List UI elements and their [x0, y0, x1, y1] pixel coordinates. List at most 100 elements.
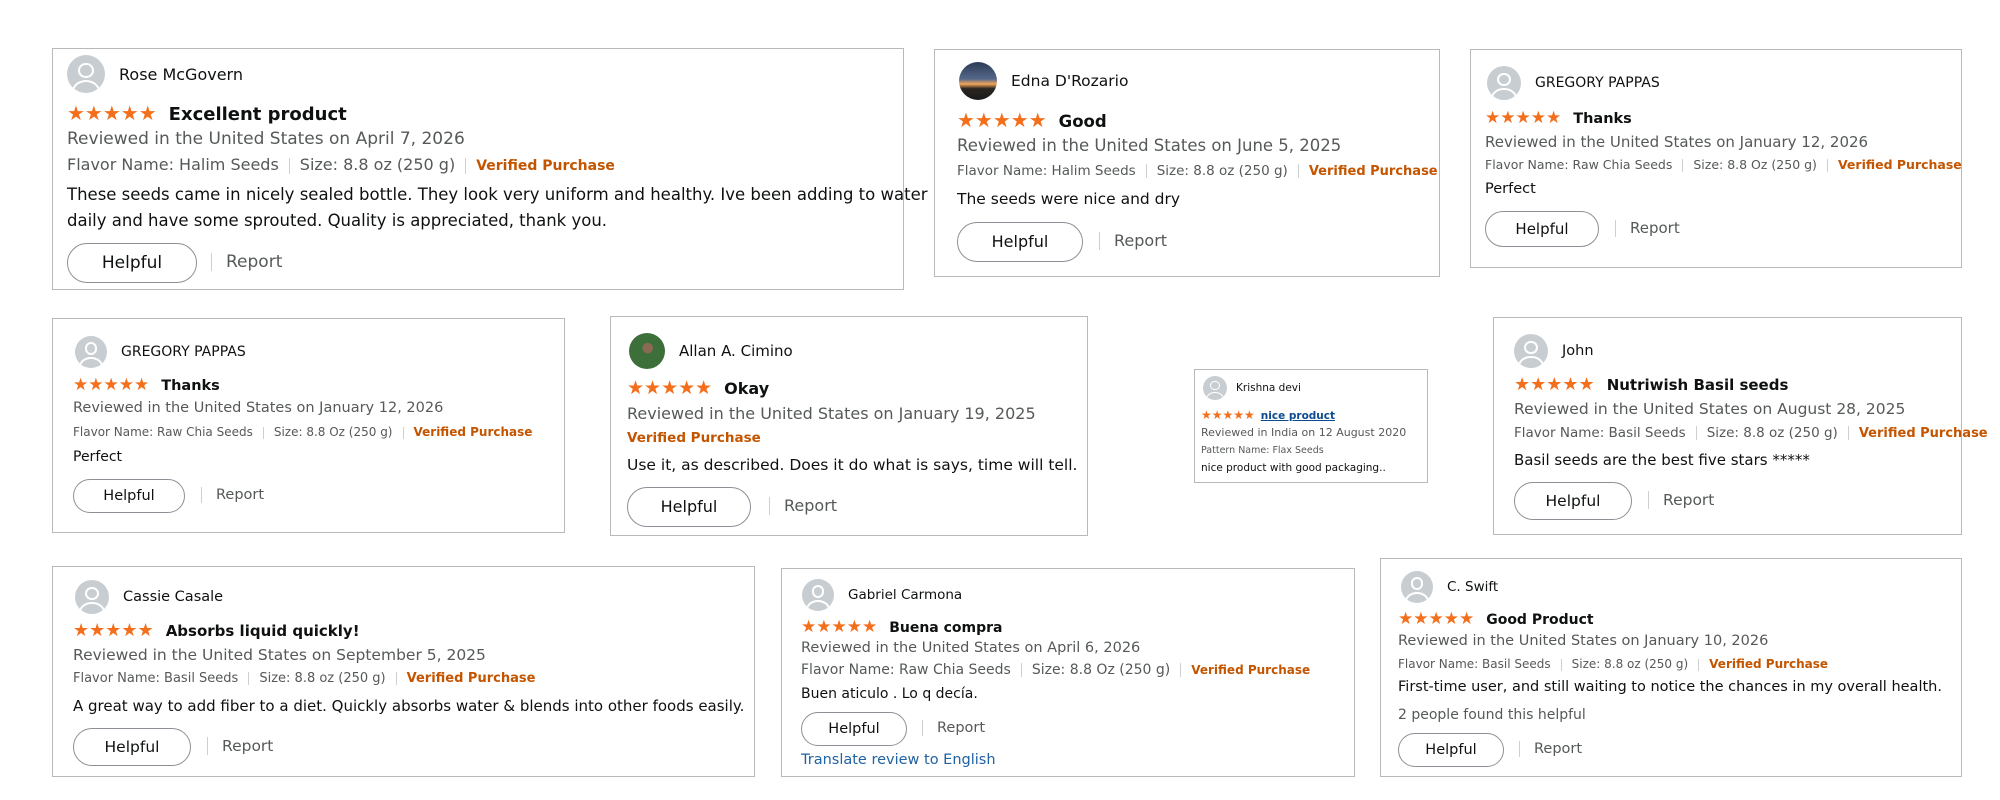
verified-purchase-badge: Verified Purchase [1191, 663, 1311, 677]
flavor-name[interactable]: Flavor Name: Halim Seeds [957, 163, 1136, 179]
flavor-name[interactable]: Flavor Name: Raw Chia Seeds [801, 662, 1011, 678]
report-link[interactable]: Report [201, 487, 264, 503]
star-rating-icon[interactable]: ★★★★★ [957, 108, 1047, 132]
report-link[interactable]: Report [207, 737, 273, 755]
translate-review-link[interactable]: Translate review to English [801, 752, 996, 768]
size-name[interactable]: Size: 8.8 oz (250 g) [1157, 163, 1288, 179]
helpful-button[interactable]: Helpful [1514, 482, 1632, 520]
review-body: A great way to add fiber to a diet. Quic… [73, 697, 745, 715]
review-title[interactable]: Thanks [161, 378, 220, 394]
helpful-button[interactable]: Helpful [1398, 733, 1504, 767]
star-rating-icon[interactable]: ★★★★★ [73, 375, 149, 395]
helpful-button[interactable]: Helpful [73, 728, 191, 766]
avatar-icon[interactable] [1401, 571, 1433, 603]
flavor-name[interactable]: Flavor Name: Basil Seeds [73, 671, 238, 686]
reviewer-name[interactable]: C. Swift [1447, 579, 1498, 595]
review-date: Reviewed in the United States on January… [1485, 133, 1869, 151]
avatar-icon[interactable] [802, 579, 834, 611]
review-body: The seeds were nice and dry [957, 190, 1181, 208]
review-body: First-time user, and still waiting to no… [1398, 679, 1942, 695]
review-body-line-1: These seeds came in nicely sealed bottle… [67, 185, 928, 204]
avatar-icon[interactable] [959, 62, 997, 100]
review-body: Perfect [73, 449, 123, 465]
report-link[interactable]: Report [1519, 741, 1582, 757]
star-rating-icon[interactable]: ★★★★★ [1398, 609, 1474, 629]
review-date: Reviewed in the United States on January… [1398, 633, 1769, 649]
size-name[interactable]: Size: 8.8 oz (250 g) [259, 671, 385, 686]
review-title[interactable]: Good Product [1486, 612, 1593, 628]
avatar-icon[interactable] [67, 55, 105, 93]
flavor-name[interactable]: Flavor Name: Basil Seeds [1398, 657, 1551, 671]
report-link[interactable]: Report [1099, 232, 1167, 250]
review-body: Perfect [1485, 181, 1536, 197]
avatar-icon[interactable] [1514, 334, 1548, 368]
review-body: Basil seeds are the best five stars ****… [1514, 451, 1810, 469]
helpful-button[interactable]: Helpful [73, 479, 185, 513]
reviewer-name[interactable]: GREGORY PAPPAS [1535, 75, 1660, 91]
report-link[interactable]: Report [922, 720, 985, 736]
helpful-button[interactable]: Helpful [957, 222, 1083, 262]
star-rating-icon[interactable]: ★★★★★ [1485, 108, 1561, 128]
star-rating-icon[interactable]: ★★★★★ [1514, 374, 1595, 395]
verified-purchase-badge: Verified Purchase [476, 158, 615, 174]
star-rating-icon[interactable]: ★★★★★ [1201, 408, 1255, 422]
reviewer-name[interactable]: Rose McGovern [119, 65, 243, 84]
avatar-icon[interactable] [1487, 66, 1521, 100]
helpful-button[interactable]: Helpful [1485, 211, 1599, 247]
reviewer-name[interactable]: Gabriel Carmona [848, 587, 962, 603]
review-title[interactable]: Good [1059, 112, 1107, 131]
review-title[interactable]: Absorbs liquid quickly! [166, 622, 360, 640]
size-name[interactable]: Size: 8.8 oz (250 g) [1707, 425, 1838, 441]
avatar-icon[interactable] [1203, 376, 1227, 400]
reviewer-name[interactable]: Edna D'Rozario [1011, 72, 1128, 90]
review-body: Buen aticulo . Lo q decía. [801, 686, 978, 702]
avatar-icon[interactable] [75, 336, 107, 368]
report-link[interactable]: Report [1648, 491, 1714, 509]
review-date: Reviewed in the United States on April 6… [801, 640, 1141, 656]
verified-purchase-badge: Verified Purchase [1308, 164, 1438, 179]
verified-purchase-badge: Verified Purchase [1858, 426, 1988, 441]
reviewer-name[interactable]: GREGORY PAPPAS [121, 344, 246, 360]
report-link[interactable]: Report [769, 497, 837, 515]
avatar-icon[interactable] [629, 333, 665, 369]
size-name[interactable]: Size: 8.8 Oz (250 g) [274, 425, 393, 439]
report-link[interactable]: Report [211, 253, 282, 271]
size-name[interactable]: Size: 8.8 Oz (250 g) [1693, 157, 1817, 172]
flavor-name[interactable]: Flavor Name: Raw Chia Seeds [1485, 157, 1672, 172]
review-title[interactable]: Excellent product [169, 104, 347, 125]
review-title[interactable]: Thanks [1573, 111, 1632, 127]
flavor-name[interactable]: Flavor Name: Basil Seeds [1514, 425, 1686, 441]
avatar-icon[interactable] [75, 580, 109, 614]
review-card: John ★★★★★ Nutriwish Basil seeds Reviewed… [1493, 317, 1988, 535]
flavor-name[interactable]: Flavor Name: Raw Chia Seeds [73, 425, 253, 439]
star-rating-icon[interactable]: ★★★★★ [67, 101, 157, 125]
review-card: C. Swift ★★★★★ Good Product Reviewed in t… [1380, 558, 1962, 777]
helpful-button[interactable]: Helpful [801, 712, 907, 746]
review-body-line-2: daily and have some sprouted. Quality is… [67, 211, 608, 230]
pattern-name[interactable]: Pattern Name: Flax Seeds [1201, 445, 1324, 456]
report-link[interactable]: Report [1615, 220, 1680, 237]
review-title[interactable]: Buena compra [889, 620, 1002, 636]
verified-purchase-badge: Verified Purchase [1837, 157, 1962, 172]
review-title[interactable]: Nutriwish Basil seeds [1607, 376, 1789, 394]
reviewer-name[interactable]: Allan A. Cimino [679, 342, 793, 360]
helpful-button[interactable]: Helpful [627, 487, 751, 527]
review-card: Allan A. Cimino ★★★★★ Okay Reviewed in th… [610, 316, 1088, 536]
star-rating-icon[interactable]: ★★★★★ [73, 620, 154, 641]
review-title[interactable]: Okay [724, 379, 769, 398]
review-date: Reviewed in the United States on August … [1514, 400, 1906, 418]
review-date: Reviewed in the United States on January… [73, 400, 444, 416]
size-name[interactable]: Size: 8.8 oz (250 g) [300, 155, 455, 174]
reviewer-name[interactable]: Krishna devi [1236, 382, 1301, 394]
review-date: Reviewed in India on 12 August 2020 [1201, 426, 1407, 439]
review-body: nice product with good packaging.. [1201, 462, 1386, 474]
reviewer-name[interactable]: Cassie Casale [123, 589, 223, 605]
size-name[interactable]: Size: 8.8 oz (250 g) [1572, 657, 1689, 671]
review-title-link[interactable]: nice product [1261, 410, 1335, 422]
size-name[interactable]: Size: 8.8 Oz (250 g) [1032, 662, 1170, 678]
flavor-name[interactable]: Flavor Name: Halim Seeds [67, 155, 279, 174]
helpful-button[interactable]: Helpful [67, 243, 197, 283]
star-rating-icon[interactable]: ★★★★★ [801, 617, 877, 637]
reviewer-name[interactable]: John [1562, 343, 1594, 359]
star-rating-icon[interactable]: ★★★★★ [627, 377, 712, 399]
